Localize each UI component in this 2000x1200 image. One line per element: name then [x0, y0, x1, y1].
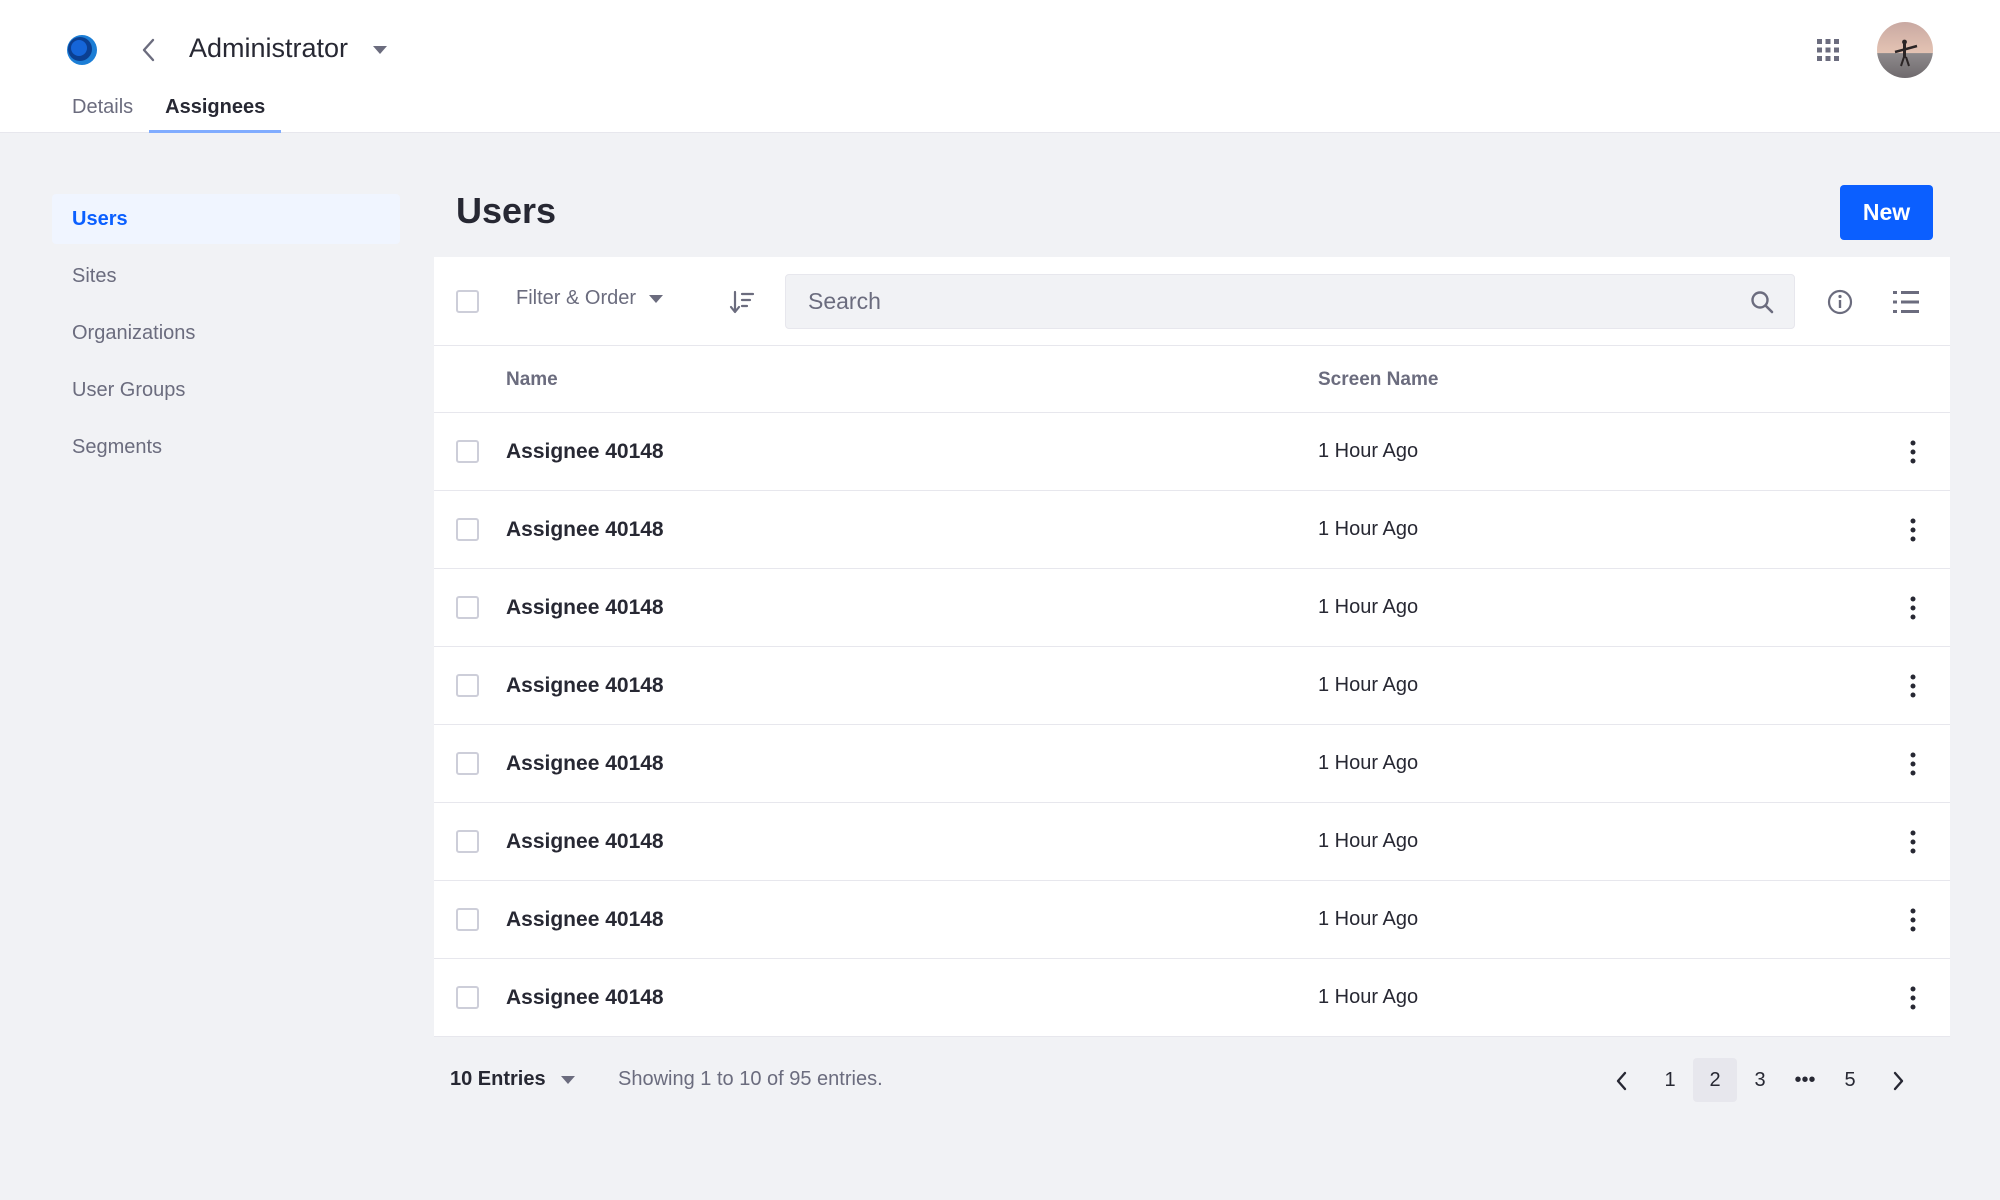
avatar[interactable] — [1877, 22, 1933, 78]
row-name[interactable]: Assignee 40148 — [506, 674, 664, 698]
next-page-button[interactable] — [1873, 1058, 1923, 1102]
row-checkbox[interactable] — [456, 908, 479, 931]
row-screen-name: 1 Hour Ago — [1318, 596, 1419, 618]
ellipsis-vertical-icon[interactable] — [1900, 517, 1926, 543]
row-screen-name: 1 Hour Ago — [1318, 440, 1419, 462]
table-row: Assignee 40148 1 Hour Ago — [434, 569, 1950, 647]
row-screen-name: 1 Hour Ago — [1318, 908, 1419, 930]
ellipsis-vertical-icon[interactable] — [1900, 595, 1926, 621]
select-all-checkbox[interactable] — [456, 290, 479, 313]
table-row: Assignee 40148 1 Hour Ago — [434, 725, 1950, 803]
previous-page-button[interactable] — [1597, 1058, 1647, 1102]
search-input[interactable] — [786, 275, 1726, 328]
column-header-name[interactable]: Name — [506, 369, 558, 391]
list-view-icon[interactable] — [1892, 289, 1920, 315]
ellipsis-vertical-icon[interactable] — [1900, 985, 1926, 1011]
row-screen-name: 1 Hour Ago — [1318, 986, 1419, 1008]
table-header: Name Screen Name — [434, 346, 1950, 413]
filter-order-button[interactable]: Filter & Order — [516, 287, 664, 310]
tab-bar: Details Assignees — [56, 96, 282, 133]
sort-icon[interactable] — [728, 288, 756, 316]
row-checkbox[interactable] — [456, 986, 479, 1009]
table-row: Assignee 40148 1 Hour Ago — [434, 647, 1950, 725]
chevron-right-icon — [1893, 1071, 1904, 1090]
row-name[interactable]: Assignee 40148 — [506, 752, 664, 776]
caret-down-icon — [560, 1075, 575, 1084]
ellipsis-vertical-icon[interactable] — [1900, 907, 1926, 933]
apps-grid-icon[interactable] — [1816, 38, 1840, 62]
page-ellipsis[interactable]: ••• — [1783, 1058, 1827, 1102]
row-name[interactable]: Assignee 40148 — [506, 440, 664, 464]
page-5-button[interactable]: 5 — [1828, 1058, 1872, 1102]
ellipsis-vertical-icon[interactable] — [1900, 673, 1926, 699]
row-name[interactable]: Assignee 40148 — [506, 518, 664, 542]
caret-down-icon[interactable] — [371, 44, 389, 56]
row-name[interactable]: Assignee 40148 — [506, 908, 664, 932]
table-row: Assignee 40148 1 Hour Ago — [434, 803, 1950, 881]
caret-down-icon — [649, 294, 664, 303]
sidebar-item-users[interactable]: Users — [52, 194, 400, 244]
top-header: Administrator Details Assignees — [0, 0, 2000, 133]
row-checkbox[interactable] — [456, 830, 479, 853]
table-row: Assignee 40148 1 Hour Ago — [434, 959, 1950, 1037]
sidebar-item-user-groups[interactable]: User Groups — [52, 365, 400, 415]
sidebar-item-sites[interactable]: Sites — [52, 251, 400, 301]
chevron-left-icon[interactable] — [138, 36, 160, 64]
page-3-button[interactable]: 3 — [1738, 1058, 1782, 1102]
page-1-button[interactable]: 1 — [1648, 1058, 1692, 1102]
row-screen-name: 1 Hour Ago — [1318, 518, 1419, 540]
row-name[interactable]: Assignee 40148 — [506, 596, 664, 620]
sidebar-item-organizations[interactable]: Organizations — [52, 308, 400, 358]
row-checkbox[interactable] — [456, 518, 479, 541]
ellipsis-vertical-icon[interactable] — [1900, 439, 1926, 465]
showing-entries-text: Showing 1 to 10 of 95 entries. — [618, 1068, 883, 1090]
row-name[interactable]: Assignee 40148 — [506, 986, 664, 1010]
row-checkbox[interactable] — [456, 440, 479, 463]
row-checkbox[interactable] — [456, 674, 479, 697]
ellipsis-vertical-icon[interactable] — [1900, 829, 1926, 855]
liferay-logo-icon[interactable] — [66, 34, 98, 66]
info-icon[interactable] — [1827, 289, 1853, 315]
entries-per-page-dropdown[interactable]: 10 Entries — [450, 1068, 576, 1091]
search-box — [785, 274, 1795, 329]
row-name[interactable]: Assignee 40148 — [506, 830, 664, 854]
row-screen-name: 1 Hour Ago — [1318, 830, 1419, 852]
search-icon[interactable] — [1750, 290, 1774, 314]
row-checkbox[interactable] — [456, 596, 479, 619]
management-toolbar: Filter & Order — [434, 257, 1950, 346]
app-title: Administrator — [189, 33, 349, 63]
sidebar-nav: Users Sites Organizations User Groups Se… — [52, 194, 400, 479]
chevron-left-icon — [1616, 1071, 1627, 1090]
page-2-button[interactable]: 2 — [1693, 1058, 1737, 1102]
table-row: Assignee 40148 1 Hour Ago — [434, 881, 1950, 959]
table-row: Assignee 40148 1 Hour Ago — [434, 491, 1950, 569]
tab-details[interactable]: Details — [56, 96, 149, 133]
sidebar-item-segments[interactable]: Segments — [52, 422, 400, 472]
page-title: Users — [456, 190, 557, 231]
row-checkbox[interactable] — [456, 752, 479, 775]
tab-assignees[interactable]: Assignees — [149, 96, 282, 133]
new-button[interactable]: New — [1840, 185, 1933, 240]
table-row: Assignee 40148 1 Hour Ago — [434, 413, 1950, 491]
pagination: 1 2 3 ••• 5 — [1597, 1058, 1924, 1102]
ellipsis-vertical-icon[interactable] — [1900, 751, 1926, 777]
row-screen-name: 1 Hour Ago — [1318, 752, 1419, 774]
entries-label: 10 Entries — [450, 1068, 546, 1090]
column-header-screen-name[interactable]: Screen Name — [1318, 369, 1438, 391]
filter-order-label: Filter & Order — [516, 287, 637, 309]
row-screen-name: 1 Hour Ago — [1318, 674, 1419, 696]
users-table-panel: Filter & Order Name — [434, 257, 1950, 1037]
